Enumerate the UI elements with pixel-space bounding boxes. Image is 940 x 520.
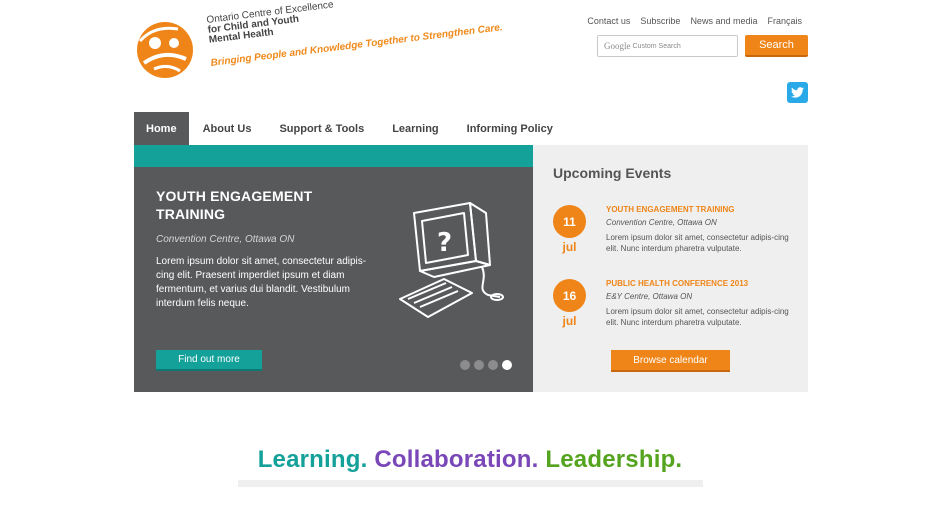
event-month: jul (562, 314, 577, 328)
slider-dot-2[interactable] (474, 360, 484, 370)
hero-location: Convention Centre, Ottawa ON (156, 234, 295, 245)
hero-title: YOUTH ENGAGEMENT TRAINING (156, 188, 313, 222)
event-day-badge: 11 (553, 205, 586, 238)
event-description: Lorem ipsum dolor sit amet, consectetur … (606, 307, 789, 327)
hero-accent-strip (134, 145, 533, 167)
logo-wordmark[interactable]: Ontario Centre of Excellence for Child a… (206, 0, 337, 46)
event-location: Convention Centre, Ottawa ON (606, 218, 717, 227)
news-media-link[interactable]: News and media (690, 16, 757, 26)
event-month: jul (562, 240, 577, 254)
motto-divider (238, 480, 703, 487)
nav-learning[interactable]: Learning (378, 112, 452, 145)
search-input[interactable]: Google Custom Search (597, 35, 738, 57)
event-title-link[interactable]: PUBLIC HEALTH CONFERENCE 2013 (606, 279, 748, 288)
slider-dots (460, 360, 512, 370)
main-nav: Home About Us Support & Tools Learning I… (134, 112, 567, 145)
nav-home[interactable]: Home (134, 112, 189, 145)
upcoming-events-panel: Upcoming Events 11 jul YOUTH ENGAGEMENT … (533, 145, 808, 392)
event-title-link[interactable]: YOUTH ENGAGEMENT TRAINING (606, 205, 734, 214)
nav-support-tools[interactable]: Support & Tools (265, 112, 378, 145)
search-button[interactable]: Search (745, 35, 808, 57)
twitter-icon[interactable] (787, 82, 808, 103)
francais-link[interactable]: Français (767, 16, 802, 26)
hero-description: Lorem ipsum dolor sit amet, consectetur … (156, 256, 367, 309)
slider-dot-1[interactable] (460, 360, 470, 370)
motto-learning: Learning. (257, 446, 368, 473)
motto-collaboration: Collaboration. (374, 446, 539, 473)
browse-calendar-button[interactable]: Browse calendar (611, 350, 730, 372)
nav-informing-policy[interactable]: Informing Policy (453, 112, 567, 145)
find-out-more-button[interactable]: Find out more (156, 350, 262, 371)
slider-dot-3[interactable] (488, 360, 498, 370)
nav-about-us[interactable]: About Us (189, 112, 266, 145)
search-placeholder: Custom Search (632, 42, 681, 50)
event-location: E&Y Centre, Ottawa ON (606, 292, 693, 301)
slider-dot-4[interactable] (502, 360, 512, 370)
motto-leadership: Leadership. (545, 446, 683, 473)
motto-heading: Learning. Collaboration. Leadership. (0, 446, 940, 474)
events-title: Upcoming Events (553, 165, 672, 181)
event-description: Lorem ipsum dolor sit amet, consectetur … (606, 233, 789, 253)
twitter-bird-icon (791, 87, 804, 98)
contact-us-link[interactable]: Contact us (587, 16, 630, 26)
ocoe-logo-icon[interactable] (134, 19, 196, 81)
utility-nav: Contact us Subscribe News and media Fran… (587, 16, 802, 26)
google-label: Google (604, 41, 631, 51)
subscribe-link[interactable]: Subscribe (640, 16, 680, 26)
hero-slider: YOUTH ENGAGEMENT TRAINING Convention Cen… (134, 145, 533, 392)
computer-question-icon: ? (399, 202, 504, 318)
event-day-badge: 16 (553, 279, 586, 312)
question-mark-glyph: ? (437, 228, 452, 258)
